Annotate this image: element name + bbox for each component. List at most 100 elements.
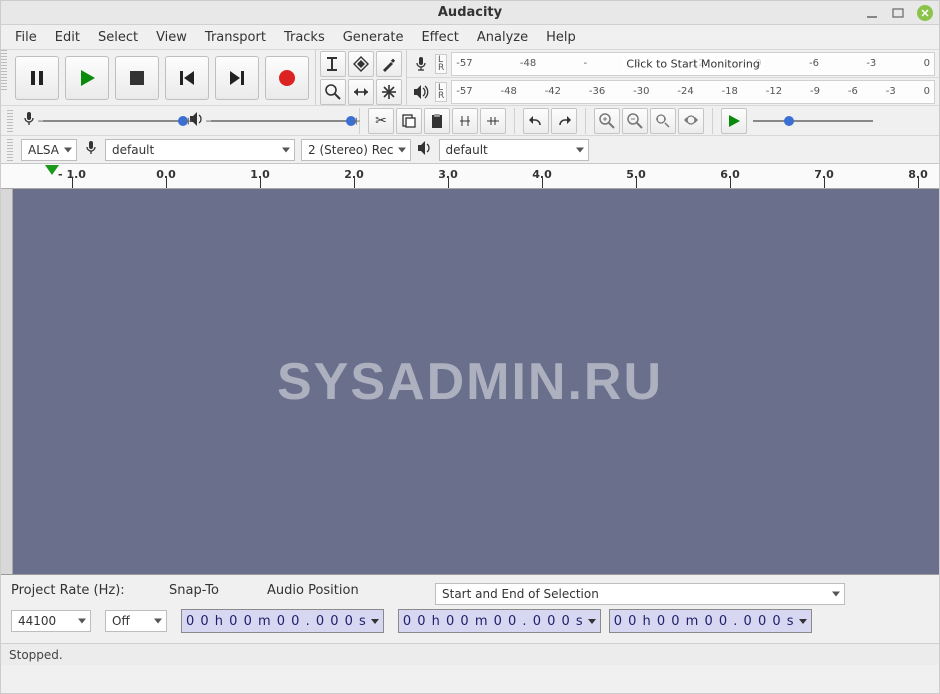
snap-to-combo[interactable]: Off [105, 610, 167, 632]
menu-analyze[interactable]: Analyze [469, 27, 536, 48]
playback-speed-slider[interactable] [753, 113, 873, 129]
envelope-tool[interactable] [348, 51, 374, 77]
skip-start-button[interactable] [165, 56, 209, 100]
track-control-margin [1, 189, 13, 574]
mic-icon [83, 140, 99, 160]
mic-icon [21, 111, 37, 131]
tick: -9 [810, 86, 820, 97]
menu-view[interactable]: View [148, 27, 195, 48]
fit-selection-button[interactable] [650, 108, 676, 134]
menu-help[interactable]: Help [538, 27, 584, 48]
close-button[interactable] [917, 5, 933, 21]
tick: -57 [456, 86, 472, 97]
pause-button[interactable] [15, 56, 59, 100]
divider [585, 108, 586, 134]
draw-tool[interactable] [376, 51, 402, 77]
speaker-icon [417, 140, 433, 160]
window-controls [865, 5, 933, 21]
toolbar-row-1: LR -57 -48 - Click to Start Monitoring 8… [1, 49, 939, 105]
toolbar-row-2: − + − + ✂ [1, 105, 939, 135]
divider [712, 108, 713, 134]
multi-tool[interactable] [376, 79, 402, 105]
combo-value: Start and End of Selection [442, 587, 599, 601]
timeshift-tool[interactable] [348, 79, 374, 105]
minimize-button[interactable] [865, 6, 879, 20]
tools-toolbar [316, 50, 407, 105]
rec-meter-scale[interactable]: -57 -48 - Click to Start Monitoring 8 -1… [451, 52, 935, 76]
project-rate-label: Project Rate (Hz): [11, 583, 151, 605]
tick: -48 [500, 86, 516, 97]
menu-edit[interactable]: Edit [47, 27, 88, 48]
recording-volume-slider[interactable]: − + [43, 113, 183, 129]
combo-value: default [112, 143, 154, 157]
snap-to-label: Snap-To [169, 583, 249, 605]
trim-button[interactable] [452, 108, 478, 134]
playback-meter[interactable]: LR -57 -48 -42 -36 -30 -24 -18 -12 -9 -6… [407, 78, 939, 105]
project-rate-combo[interactable]: 44100 [11, 610, 91, 632]
zoom-toolbar [594, 108, 704, 134]
selection-start-field[interactable]: 0 0 h 0 0 m 0 0 . 0 0 0 s [398, 609, 601, 633]
selection-end-field[interactable]: 0 0 h 0 0 m 0 0 . 0 0 0 s [609, 609, 812, 633]
timeline-ruler[interactable]: - 1.00.01.02.03.04.05.06.07.08.0 [1, 163, 939, 189]
time-value: 0 0 h 0 0 m 0 0 . 0 0 0 s [186, 614, 367, 629]
speaker-icon [411, 82, 431, 102]
toolbar-area: LR -57 -48 - Click to Start Monitoring 8… [1, 49, 939, 163]
recording-meter[interactable]: LR -57 -48 - Click to Start Monitoring 8… [407, 50, 939, 78]
play-meter-scale[interactable]: -57 -48 -42 -36 -30 -24 -18 -12 -9 -6 -3… [451, 80, 935, 104]
selection-tool[interactable] [320, 51, 346, 77]
play-button[interactable] [65, 56, 109, 100]
menu-select[interactable]: Select [90, 27, 146, 48]
menu-tracks[interactable]: Tracks [276, 27, 333, 48]
audio-host-combo[interactable]: ALSA [21, 139, 77, 161]
zoom-tool[interactable] [320, 79, 346, 105]
stop-button[interactable] [115, 56, 159, 100]
redo-button[interactable] [551, 108, 577, 134]
chevron-down-icon[interactable] [371, 619, 379, 624]
undo-button[interactable] [523, 108, 549, 134]
chevron-down-icon[interactable] [799, 619, 807, 624]
playback-device-combo[interactable]: default [439, 139, 589, 161]
tracks-panel[interactable]: SYSADMIN.RU [1, 189, 939, 575]
tick: -3 [866, 58, 876, 69]
undo-toolbar [523, 108, 577, 134]
menu-generate[interactable]: Generate [335, 27, 412, 48]
recording-channels-combo[interactable]: 2 (Stereo) Rec [301, 139, 411, 161]
audio-position-field[interactable]: 0 0 h 0 0 m 0 0 . 0 0 0 s [181, 609, 384, 633]
menu-file[interactable]: File [7, 27, 45, 48]
tick: -36 [589, 86, 605, 97]
time-value: 0 0 h 0 0 m 0 0 . 0 0 0 s [614, 614, 795, 629]
zoom-out-button[interactable] [622, 108, 648, 134]
maximize-button[interactable] [891, 6, 905, 20]
time-value: 0 0 h 0 0 m 0 0 . 0 0 0 s [403, 614, 584, 629]
chevron-down-icon[interactable] [588, 619, 596, 624]
silence-button[interactable] [480, 108, 506, 134]
toolbar-grip[interactable] [7, 110, 13, 132]
status-bar: Stopped. [1, 643, 939, 665]
cut-button[interactable]: ✂ [368, 108, 394, 134]
tick: -6 [848, 86, 858, 97]
selection-mode-combo[interactable]: Start and End of Selection [435, 583, 845, 605]
tick: -30 [633, 86, 649, 97]
copy-button[interactable] [396, 108, 422, 134]
skip-end-button[interactable] [215, 56, 259, 100]
toolbar-grip[interactable] [7, 139, 13, 161]
tick: - [584, 58, 588, 69]
edit-toolbar: ✂ [368, 108, 506, 134]
playback-volume-slider[interactable]: − + [211, 113, 351, 129]
paste-button[interactable] [424, 108, 450, 134]
recording-device-combo[interactable]: default [105, 139, 295, 161]
menu-transport[interactable]: Transport [197, 27, 274, 48]
fit-project-button[interactable] [678, 108, 704, 134]
tick: -57 [456, 58, 472, 69]
play-at-speed-button[interactable] [721, 108, 747, 134]
toolbar-grip[interactable] [1, 50, 7, 90]
lr-label: LR [435, 54, 447, 74]
record-button[interactable] [265, 56, 309, 100]
monitoring-hint: Click to Start Monitoring [622, 57, 763, 70]
zoom-in-button[interactable] [594, 108, 620, 134]
selection-toolbar: Project Rate (Hz): Snap-To Audio Positio… [1, 575, 939, 643]
mic-icon [411, 54, 431, 74]
menu-effect[interactable]: Effect [413, 27, 466, 48]
combo-value: Off [112, 614, 130, 628]
tick: -48 [520, 58, 536, 69]
